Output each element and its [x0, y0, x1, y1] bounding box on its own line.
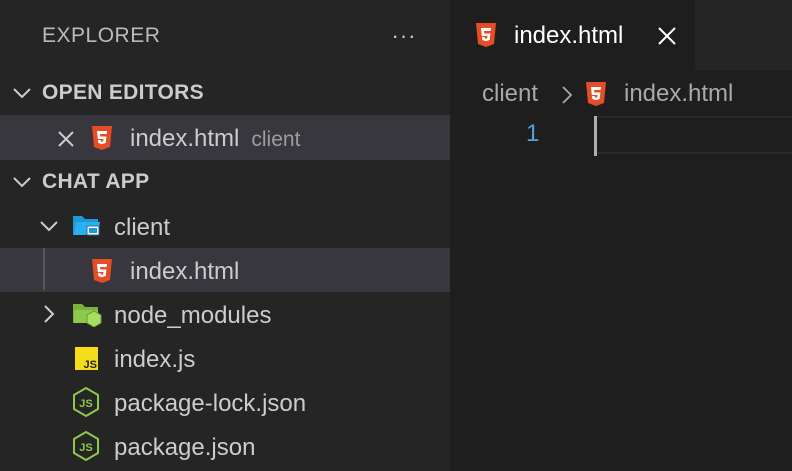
open-editors-header[interactable]: OPEN EDITORS: [0, 75, 450, 111]
explorer-sidebar: EXPLORER ··· OPEN EDITORS index.html clie…: [0, 0, 450, 471]
breadcrumb-client[interactable]: client: [482, 80, 538, 108]
chevron-down-icon: [40, 221, 58, 232]
editor-tab-bar: index.html: [450, 0, 792, 70]
section-divider: [0, 159, 450, 160]
tree-item-package-json[interactable]: JS package.json: [0, 424, 450, 468]
nodejs-icon: JS: [73, 431, 99, 461]
js-icon: JS: [75, 347, 98, 370]
indent-guide: [43, 248, 45, 290]
explorer-title: EXPLORER: [42, 24, 161, 47]
project-label: CHAT APP: [42, 170, 150, 193]
tree-item-client[interactable]: client: [0, 204, 450, 248]
html5-icon: [92, 259, 112, 283]
open-editor-item[interactable]: index.html client: [0, 115, 450, 159]
line-number: 1: [526, 120, 540, 147]
tree-item-label: index.js: [114, 346, 196, 373]
more-actions-icon[interactable]: ···: [389, 22, 419, 50]
chevron-right-icon: [562, 86, 573, 104]
tree-item-label: client: [114, 214, 171, 241]
tree-item-package-lock[interactable]: JS package-lock.json: [0, 380, 450, 424]
close-icon[interactable]: [56, 129, 76, 149]
svg-text:JS: JS: [79, 398, 92, 410]
tree-item-label: package.json: [114, 434, 256, 461]
nodejs-icon: JS: [73, 387, 99, 417]
chevron-right-icon: [44, 305, 55, 323]
close-icon[interactable]: [656, 25, 678, 47]
current-line-highlight[interactable]: [596, 116, 792, 154]
html5-icon: [92, 126, 112, 150]
open-editor-folder: client: [251, 128, 301, 151]
tree-item-label: index.html: [130, 258, 240, 285]
tree-item-index-js[interactable]: JS index.js: [0, 336, 450, 380]
folder-node-icon: [73, 304, 102, 327]
text-cursor: [594, 116, 597, 156]
tree-item-index-html[interactable]: index.html: [0, 248, 450, 292]
tab-label: index.html: [514, 22, 624, 49]
tree-item-label: package-lock.json: [114, 390, 307, 417]
open-editor-filename: index.html: [130, 125, 240, 152]
svg-text:JS: JS: [79, 442, 92, 454]
project-header[interactable]: CHAT APP: [0, 164, 450, 200]
open-editors-label: OPEN EDITORS: [42, 81, 204, 104]
tab-index-html[interactable]: index.html: [450, 0, 695, 70]
svg-text:JS: JS: [84, 359, 97, 370]
tree-item-node-modules[interactable]: node_modules: [0, 292, 450, 336]
chevron-down-icon: [13, 88, 31, 99]
html5-icon: [476, 23, 496, 47]
tree-item-label: node_modules: [114, 302, 272, 329]
breadcrumb-index-html[interactable]: index.html: [624, 80, 733, 108]
html5-icon: [586, 82, 606, 106]
chevron-down-icon: [13, 177, 31, 188]
open-editor-label: index.html client: [130, 125, 300, 153]
folder-client-icon: [73, 216, 100, 236]
